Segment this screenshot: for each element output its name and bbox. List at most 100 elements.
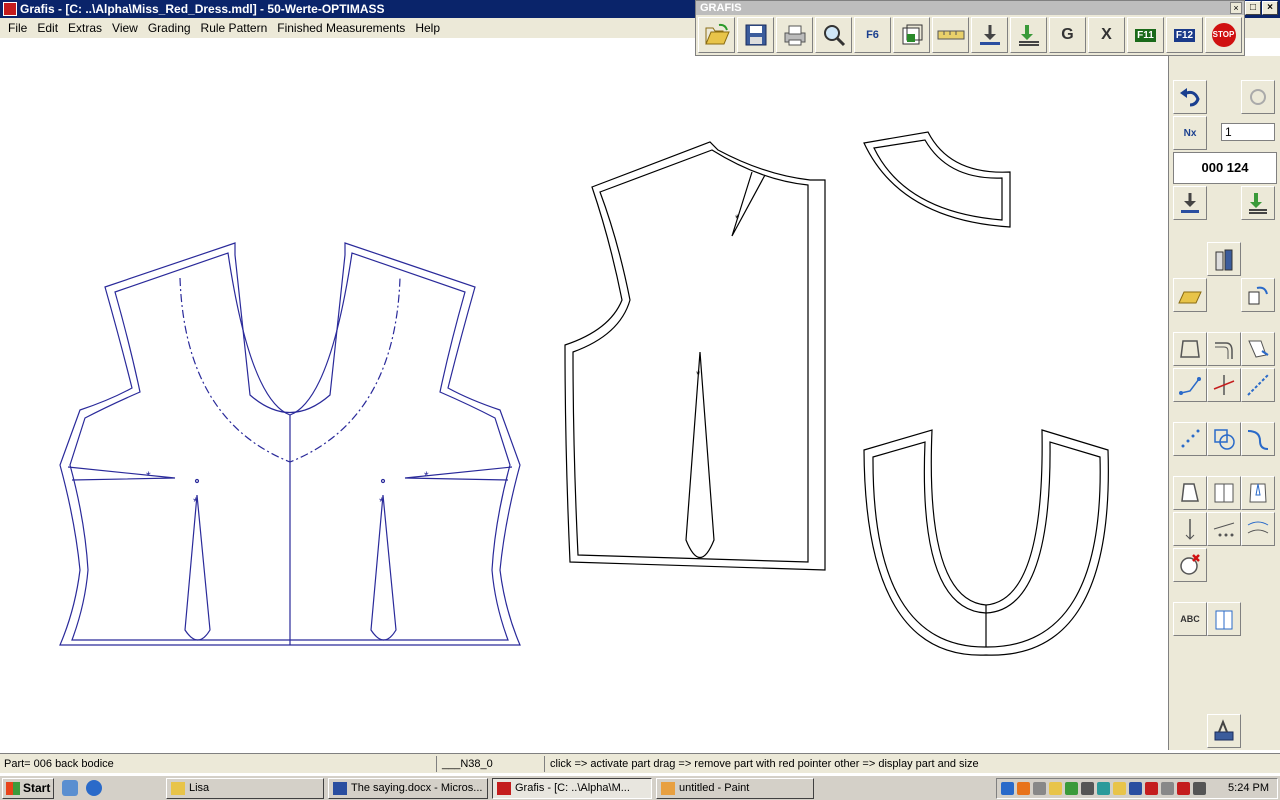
text-label-icon[interactable]: ABC [1173, 602, 1207, 636]
menu-view[interactable]: View [107, 21, 143, 35]
menu-edit[interactable]: Edit [32, 21, 63, 35]
task-paint-label: untitled - Paint [679, 782, 750, 794]
menu-finished-measurements[interactable]: Finished Measurements [272, 21, 410, 35]
machine-icon[interactable] [1207, 714, 1241, 748]
part-library-icon[interactable] [1207, 242, 1241, 276]
bluetooth-icon[interactable] [1129, 782, 1142, 795]
print-icon[interactable] [776, 17, 813, 53]
f11-icon[interactable]: F11 [1127, 17, 1164, 53]
rotate-part-icon[interactable] [1241, 278, 1275, 312]
menu-file[interactable]: File [3, 21, 32, 35]
g-table-icon[interactable]: G [1049, 17, 1086, 53]
shapes-icon[interactable] [1207, 422, 1241, 456]
status-size: ___N38_0 [442, 758, 493, 770]
download-icon[interactable] [971, 17, 1008, 53]
folder-icon [171, 782, 185, 795]
task-lisa-label: Lisa [189, 782, 210, 794]
tray-app-icon[interactable] [1065, 782, 1078, 795]
internet-explorer-icon[interactable] [86, 780, 102, 796]
svg-text:*: * [146, 469, 151, 483]
curve-corner-icon[interactable] [1207, 332, 1241, 366]
svg-text:*: * [696, 369, 701, 381]
save-icon[interactable] [737, 17, 774, 53]
task-grafis[interactable]: Grafis - [C: ..\Alpha\M... [492, 778, 652, 799]
grafis-toolbar: GRAFIS × F6 G X F11 F12 STOP [695, 0, 1245, 56]
layers-icon[interactable] [893, 17, 930, 53]
volume-icon[interactable] [1161, 782, 1174, 795]
antivirus-icon[interactable] [1017, 782, 1030, 795]
task-word-label: The saying.docx - Micros... [351, 782, 483, 794]
tool-panel: Nx 1 000 124 ABC [1168, 56, 1280, 750]
contour-icon[interactable] [1173, 332, 1207, 366]
front-bodice-part[interactable]: * * [564, 141, 826, 571]
x-table-icon[interactable]: X [1088, 17, 1125, 53]
point-cloud-icon[interactable] [1173, 422, 1207, 456]
seam-allowance-icon[interactable] [1241, 512, 1275, 546]
grain-line-icon[interactable] [1173, 512, 1207, 546]
svg-text:*: * [193, 495, 198, 509]
diagonal-line-icon[interactable] [1241, 368, 1275, 402]
status-part: Part= 006 back bodice [4, 758, 114, 770]
drawing-canvas[interactable]: * * * * * * [0, 38, 1168, 750]
intersect-icon[interactable] [1207, 368, 1241, 402]
stack-import-icon[interactable] [1241, 186, 1275, 220]
svg-text:*: * [424, 469, 429, 483]
task-lisa[interactable]: Lisa [166, 778, 324, 799]
open-icon[interactable] [698, 17, 735, 53]
clock[interactable]: 5:24 PM [1228, 779, 1269, 798]
task-word[interactable]: The saying.docx - Micros... [328, 778, 488, 799]
stack-download-icon[interactable] [1010, 17, 1047, 53]
front-neck-facing-part[interactable] [863, 429, 1109, 656]
close-button[interactable]: × [1262, 1, 1278, 15]
tray-app-icon[interactable] [1033, 782, 1046, 795]
menu-rule-pattern[interactable]: Rule Pattern [196, 21, 273, 35]
menu-grading[interactable]: Grading [143, 21, 196, 35]
start-button[interactable]: Start [2, 778, 54, 799]
back-neck-facing-part[interactable] [863, 131, 1011, 228]
line-points-icon[interactable] [1173, 368, 1207, 402]
status-separator [436, 756, 437, 772]
delete-point-icon[interactable] [1173, 548, 1207, 582]
status-bar: Part= 006 back bodice ___N38_0 click => … [0, 753, 1280, 773]
measure-icon[interactable] [932, 17, 969, 53]
show-desktop-icon[interactable] [62, 780, 78, 796]
menu-bar: File Edit Extras View Grading Rule Patte… [0, 18, 700, 38]
back-bodice-part[interactable]: * * * * [59, 242, 521, 646]
open-part-icon[interactable] [1173, 278, 1207, 312]
x-table-label: X [1101, 26, 1112, 43]
notch-points-icon[interactable] [1207, 512, 1241, 546]
f6-icon[interactable]: F6 [854, 17, 891, 53]
redo-icon[interactable] [1241, 80, 1275, 114]
counter-input[interactable]: 1 [1221, 123, 1275, 141]
curve-icon[interactable] [1241, 422, 1275, 456]
grafis-toolbar-close-button[interactable]: × [1230, 2, 1242, 14]
task-grafis-label: Grafis - [C: ..\Alpha\M... [515, 782, 630, 794]
dart-piece-icon[interactable] [1241, 476, 1275, 510]
tray-app-icon[interactable] [1177, 782, 1190, 795]
app-icon[interactable] [3, 2, 17, 16]
network-icon[interactable] [1001, 782, 1014, 795]
zoom-icon[interactable] [815, 17, 852, 53]
f12-icon[interactable]: F12 [1166, 17, 1203, 53]
grafis-toolbar-title[interactable]: GRAFIS [696, 1, 1244, 15]
undo-icon[interactable] [1173, 80, 1207, 114]
label-piece-icon[interactable] [1207, 602, 1241, 636]
split-piece-icon[interactable] [1207, 476, 1241, 510]
piece-shape-icon[interactable] [1173, 476, 1207, 510]
task-paint[interactable]: untitled - Paint [656, 778, 814, 799]
word-icon [333, 782, 347, 795]
wireless-icon[interactable] [1097, 782, 1110, 795]
tray-app-icon[interactable] [1049, 782, 1062, 795]
tray-app-icon[interactable] [1193, 782, 1206, 795]
tray-app-icon[interactable] [1081, 782, 1094, 795]
maximize-button[interactable]: □ [1245, 1, 1261, 15]
stop-icon[interactable]: STOP [1205, 17, 1242, 53]
nx-icon[interactable]: Nx [1173, 116, 1207, 150]
menu-extras[interactable]: Extras [63, 21, 107, 35]
paint-icon [661, 782, 675, 795]
import-icon[interactable] [1173, 186, 1207, 220]
cut-piece-icon[interactable] [1241, 332, 1275, 366]
menu-help[interactable]: Help [410, 21, 445, 35]
tray-app-icon[interactable] [1145, 782, 1158, 795]
security-shield-icon[interactable] [1113, 782, 1126, 795]
